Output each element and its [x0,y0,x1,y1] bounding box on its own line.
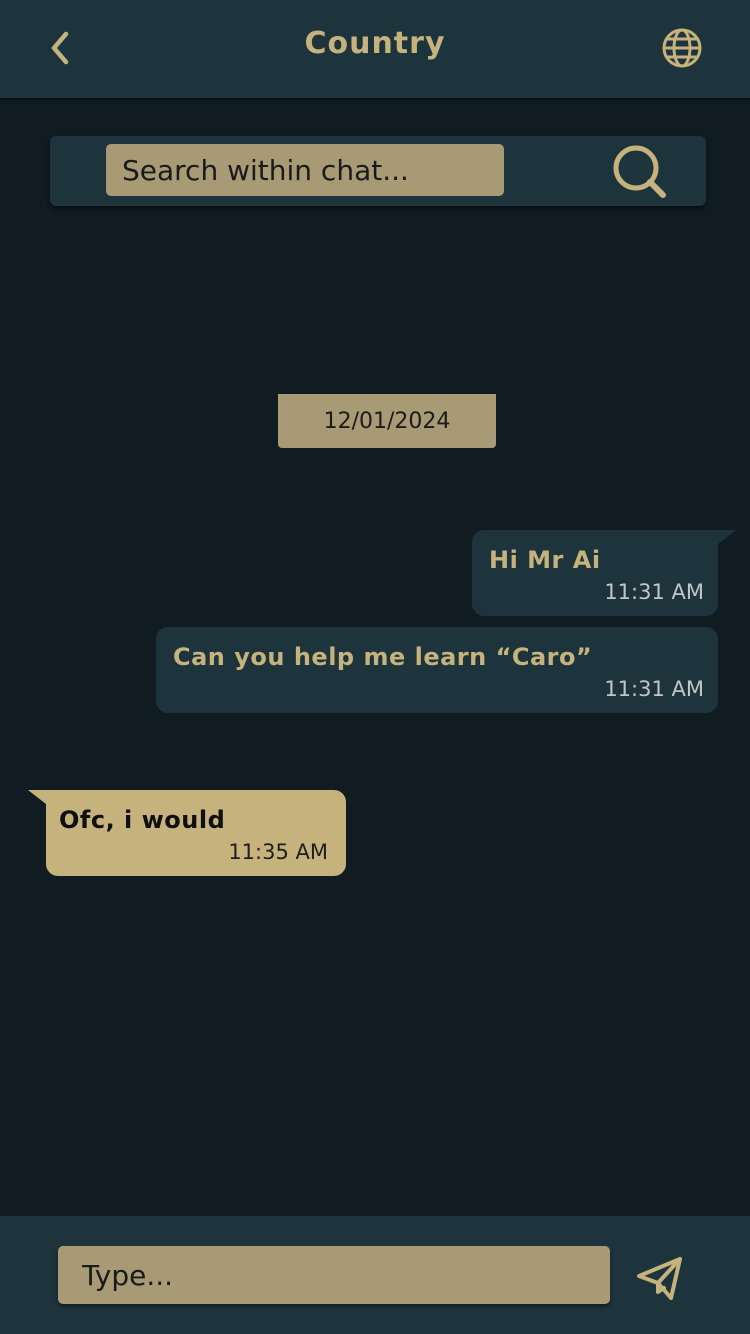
message-time: 11:35 AM [228,840,328,864]
search-icon [613,145,666,198]
message-composer [0,1216,750,1334]
bubble-tail [28,790,46,804]
message-bubble-sent[interactable]: Can you help me learn “Caro” 11:31 AM [156,627,718,713]
message-time: 11:31 AM [604,580,704,604]
page-title: Country [304,26,446,61]
language-button[interactable] [660,26,704,70]
message-bubble-received[interactable]: Ofc, i would 11:35 AM [28,790,346,876]
search-input[interactable] [106,144,504,196]
bubble-tail [718,530,736,544]
message-text: Can you help me learn “Caro” [173,643,593,671]
date-separator: 12/01/2024 [278,394,496,448]
message-time: 11:31 AM [604,677,704,701]
globe-icon [662,28,702,68]
send-button[interactable] [634,1252,686,1304]
message-text: Hi Mr Ai [489,546,601,574]
message-text: Ofc, i would [59,806,226,834]
message-input[interactable] [58,1246,610,1304]
message-bubble-sent[interactable]: Hi Mr Ai 11:31 AM [472,530,736,616]
send-icon [637,1257,682,1300]
search-button[interactable] [610,142,670,202]
top-app-bar: Country [0,0,750,100]
search-bar [50,136,706,206]
